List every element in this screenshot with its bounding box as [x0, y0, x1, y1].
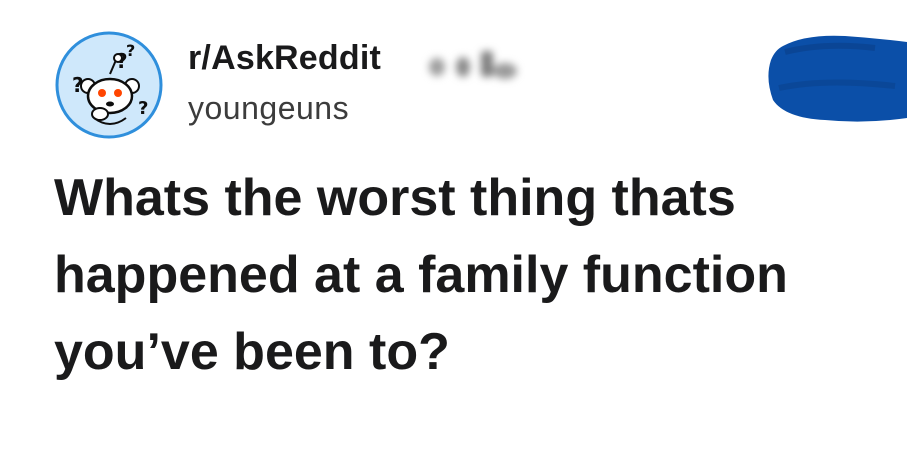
svg-text:?: ? — [126, 41, 135, 60]
post-meta: r/AskReddit youngeuns — [188, 38, 381, 128]
blurred-badge-icon — [429, 51, 517, 79]
subreddit-name[interactable]: r/AskReddit — [188, 38, 381, 78]
author-username[interactable]: youngeuns — [188, 88, 381, 128]
askreddit-snoo-icon[interactable]: ? ? ? ? — [54, 30, 164, 140]
post-title[interactable]: Whats the worst thing thats happened at … — [54, 160, 894, 391]
join-button-scribble[interactable] — [765, 28, 907, 124]
post-header-screenshot: ? ? ? ? r/AskReddit youngeuns — [0, 0, 907, 460]
svg-text:?: ? — [138, 98, 148, 119]
